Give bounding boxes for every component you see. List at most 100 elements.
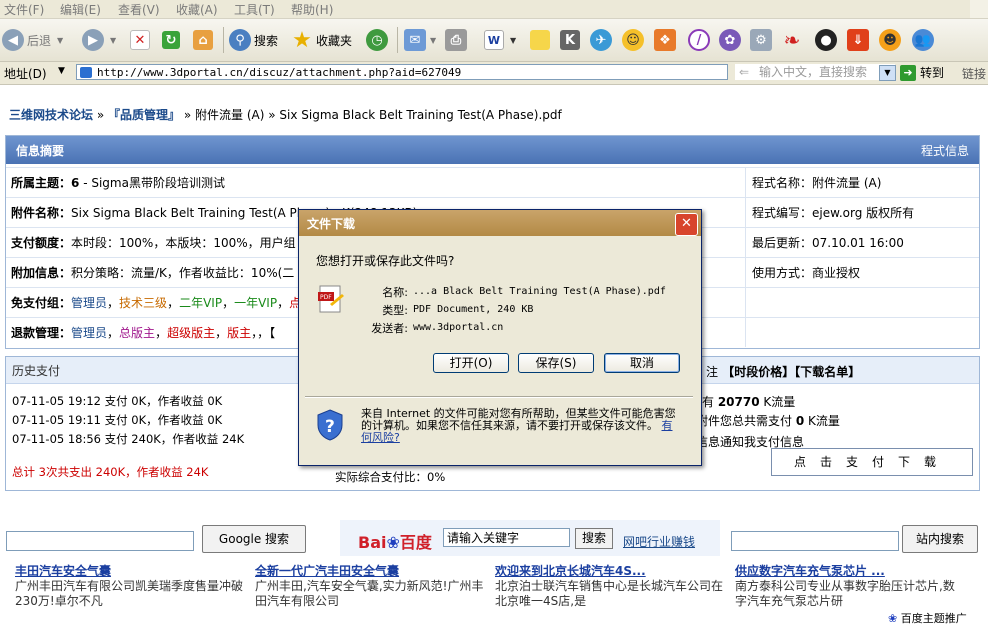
- home-button[interactable]: ⌂: [193, 27, 213, 53]
- address-dropdown-icon[interactable]: ▼: [58, 66, 65, 76]
- program-author: 程式编写：ejew.org 版权所有: [752, 206, 915, 220]
- history-right-prefix: 注: [706, 365, 719, 379]
- history-line: 07-11-05 19:11 支付 0K，作者收益 0K: [12, 413, 223, 427]
- ad-desc: 广州丰田,汽车安全气囊,实力新风范!广州丰田汽车有限公司: [255, 579, 484, 608]
- word-icon: W: [484, 30, 504, 50]
- address-label: 地址(D): [4, 67, 47, 81]
- smiley-button[interactable]: ☺: [622, 27, 644, 53]
- google-search-button[interactable]: Google 搜索: [202, 525, 306, 553]
- menu-edit[interactable]: 编辑(E): [60, 1, 101, 18]
- back-button[interactable]: ◀ 后退 ▼: [2, 27, 63, 53]
- ad-title[interactable]: 供应数字汽车充气泵芯片 ...: [735, 564, 965, 579]
- group-link[interactable]: 超级版主: [167, 326, 215, 340]
- site-search-input[interactable]: [731, 531, 899, 551]
- search-button[interactable]: ⚲ 搜索: [229, 27, 278, 53]
- clock-button[interactable]: /: [688, 27, 710, 53]
- menu-favorites[interactable]: 收藏(A): [176, 1, 218, 18]
- breadcrumb-forum[interactable]: 『品质管理』: [108, 108, 180, 122]
- ad-footer[interactable]: ❀ 百度主题推广: [888, 610, 967, 626]
- ad-item[interactable]: 全新一代广汽丰田安全气囊 广州丰田,汽车安全气囊,实力新风范!广州丰田汽车有限公…: [255, 564, 485, 609]
- pay-download-button[interactable]: 点击支付下载: [771, 448, 973, 476]
- baidu-search-zone: Bai❀百度 请输入关键字 搜索 网吧行业赚钱: [340, 520, 720, 556]
- qq-button[interactable]: ●: [815, 27, 837, 53]
- save-button[interactable]: 保存(S): [518, 353, 594, 373]
- print-button[interactable]: ⎙: [445, 27, 467, 53]
- address-input[interactable]: http://www.3dportal.cn/discuz/attachment…: [76, 64, 728, 80]
- go-button[interactable]: ➜ 转到: [900, 64, 944, 81]
- file-type: PDF Document, 240 KB: [413, 304, 534, 315]
- open-button[interactable]: 打开(O): [433, 353, 509, 373]
- note-button[interactable]: [530, 27, 550, 53]
- refresh-button[interactable]: ↻: [162, 27, 180, 53]
- baidu-search-button[interactable]: 搜索: [575, 528, 613, 549]
- group-link[interactable]: 二年VIP: [179, 296, 222, 310]
- history-button[interactable]: ◷: [366, 27, 388, 53]
- search-row: Google 搜索 Bai❀百度 请输入关键字 搜索 网吧行业赚钱 站内搜索: [0, 520, 988, 556]
- flower-icon: ✿: [719, 29, 741, 51]
- history-line: 07-11-05 18:56 支付 240K，作者收益 24K: [12, 432, 245, 446]
- row-label: 支付额度：: [11, 236, 72, 250]
- group-link[interactable]: 版主: [227, 326, 251, 340]
- group-link[interactable]: 总版主: [119, 326, 155, 340]
- group-link[interactable]: 管理员: [71, 326, 107, 340]
- ad-desc: 广州丰田汽车有限公司凯美瑞季度售量冲破230万!卓尔不凡: [15, 579, 244, 608]
- group-link[interactable]: 管理员: [71, 296, 107, 310]
- menu-help[interactable]: 帮助(H): [291, 1, 333, 18]
- group-link[interactable]: 一年VIP: [234, 296, 277, 310]
- toolbar-separator: [223, 27, 224, 53]
- file-download-dialog: 文件下载 ✕ 您想打开或保存此文件吗? PDF 名称: ...a Black B…: [298, 209, 702, 466]
- file-name-field: 名称: ...a Black Belt Training Test(A Phas…: [382, 284, 666, 299]
- breadcrumb-current: 附件流量 (A) » Six Sigma Black Belt Training…: [195, 108, 562, 122]
- breadcrumb-separator: »: [96, 108, 105, 122]
- ad-item[interactable]: 欢迎来到北京长城汽车4S... 北京泊士联汽车销售中心是长城汽车公司在北京唯一4…: [495, 564, 725, 609]
- svg-text:?: ?: [325, 417, 335, 437]
- baidu-logo: Bai❀百度: [358, 533, 432, 552]
- google-search-input[interactable]: [6, 531, 194, 551]
- bird-button[interactable]: ✈: [590, 27, 612, 53]
- field-label: 类型:: [382, 304, 408, 317]
- baidu-promo-link[interactable]: 网吧行业赚钱: [623, 533, 695, 550]
- traffic-line: 有 20770 K流量: [702, 395, 796, 409]
- download-icon: ⇓: [847, 29, 869, 51]
- row-value: 积分策略：流量/K，作者收益比：10%(二: [71, 266, 295, 280]
- baidu-search-input[interactable]: 请输入关键字: [443, 528, 570, 547]
- ad-title[interactable]: 欢迎来到北京长城汽车4S...: [495, 564, 725, 579]
- links-button[interactable]: 链接: [962, 65, 986, 82]
- keyword-dropdown-icon[interactable]: ▼: [879, 65, 896, 81]
- emoticon-button[interactable]: ☻: [879, 27, 901, 53]
- favorites-button[interactable]: ★ 收藏夹: [291, 27, 352, 53]
- ad-title[interactable]: 全新一代广汽丰田安全气囊: [255, 564, 485, 579]
- download-button[interactable]: ⇓: [847, 27, 869, 53]
- ad-item[interactable]: 供应数字汽车充气泵芯片 ... 南方泰科公司专业从事数字胎压计芯片,数字汽车充气…: [735, 564, 965, 609]
- ad-item[interactable]: 丰田汽车安全气囊 广州丰田汽车有限公司凯美瑞季度售量冲破230万!卓尔不凡: [15, 564, 245, 609]
- k-button[interactable]: K: [560, 27, 580, 53]
- flag-button[interactable]: ❖: [654, 27, 676, 53]
- tools-button[interactable]: ⚙: [750, 27, 772, 53]
- keyword-search-input[interactable]: ⇐ 输入中文，直接搜索: [735, 64, 895, 80]
- mail-button[interactable]: ✉ ▼: [404, 27, 436, 53]
- edit-button[interactable]: W ▼: [484, 27, 516, 53]
- baidu-paw-icon: ❀: [888, 612, 898, 625]
- menu-tools[interactable]: 工具(T): [234, 1, 275, 18]
- menu-view[interactable]: 查看(V): [118, 1, 160, 18]
- breadcrumb-site[interactable]: 三维网技术论坛: [9, 108, 93, 122]
- cancel-button[interactable]: 取消: [604, 353, 680, 373]
- group-link[interactable]: 技术三级: [119, 296, 167, 310]
- ad-title[interactable]: 丰田汽车安全气囊: [15, 564, 245, 579]
- bird-icon: ✈: [590, 29, 612, 51]
- go-arrow-icon: ➜: [900, 64, 916, 81]
- flower-button[interactable]: ✿: [719, 27, 741, 53]
- site-search-button[interactable]: 站内搜索: [902, 525, 978, 553]
- dialog-divider: [305, 396, 693, 398]
- forward-button[interactable]: ▶ ▼: [82, 27, 116, 53]
- history-right-header: 注 【时段价格】【下载名单】: [706, 363, 860, 380]
- close-icon[interactable]: ✕: [675, 213, 698, 236]
- stop-button[interactable]: ✕: [130, 27, 150, 53]
- users-button[interactable]: 👥: [912, 27, 934, 53]
- history-title: 历史支付: [12, 363, 61, 378]
- price-links[interactable]: 【时段价格】【下载名单】: [722, 365, 860, 379]
- file-from-field: 发送者: www.3dportal.cn: [371, 320, 503, 335]
- wing-button[interactable]: ❧: [781, 27, 803, 53]
- program-name: 程式名称：附件流量 (A): [752, 176, 882, 190]
- menu-file[interactable]: 文件(F): [4, 1, 44, 18]
